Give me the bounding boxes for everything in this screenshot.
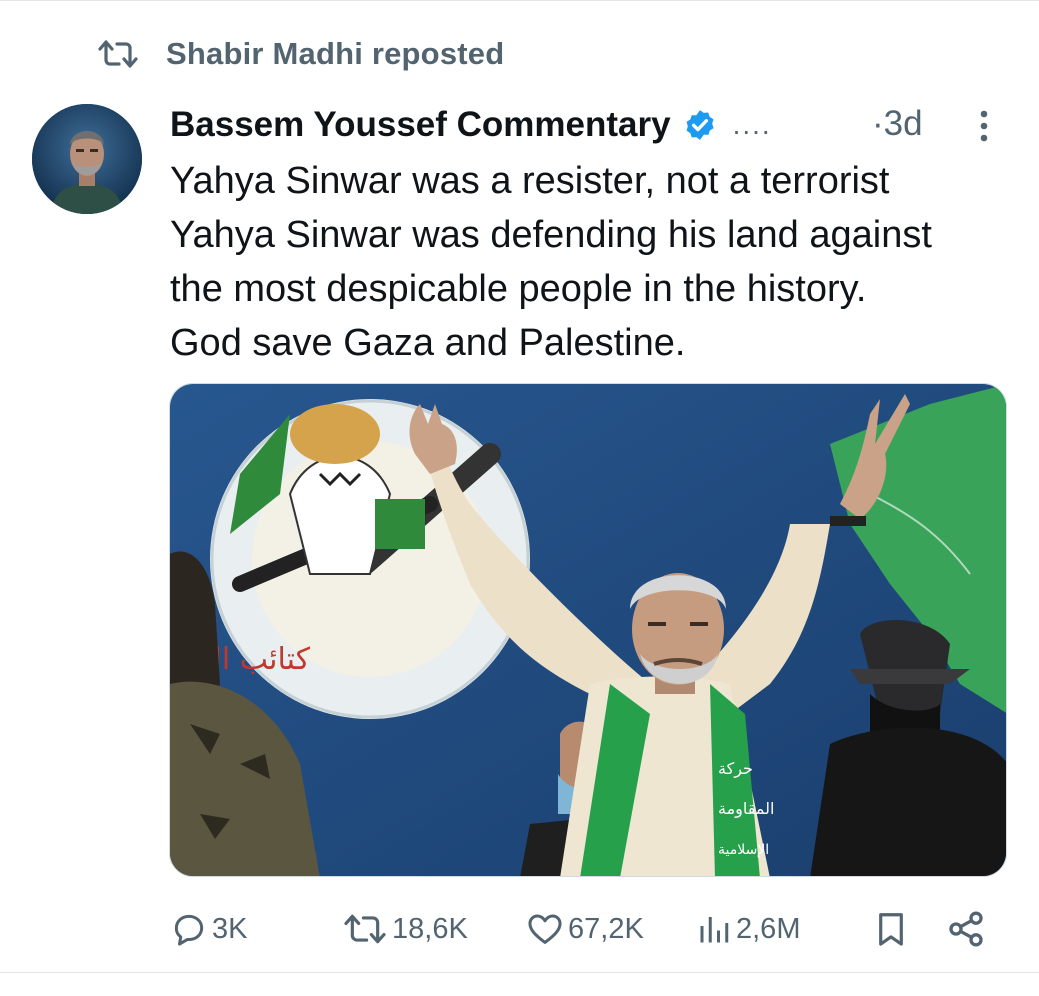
repost-label[interactable]: Shabir Madhi reposted: [166, 36, 504, 72]
repost-icon: [98, 38, 138, 70]
like-button[interactable]: 67,2K: [526, 904, 644, 954]
repost-indicator[interactable]: Shabir Madhi reposted: [98, 32, 504, 76]
repost-action-icon: [344, 914, 386, 944]
author-name[interactable]: Bassem Youssef Commentary: [170, 105, 671, 145]
share-icon: [949, 911, 983, 947]
avatar[interactable]: [32, 104, 142, 214]
timestamp[interactable]: ·3d: [872, 104, 923, 144]
share-button[interactable]: [946, 904, 986, 954]
repost-count: 18,6K: [392, 912, 468, 945]
svg-text:المقاومة: المقاومة: [718, 799, 774, 819]
repost-button[interactable]: 18,6K: [342, 904, 468, 954]
reply-count: 3K: [212, 912, 248, 945]
views-button[interactable]: 2,6M: [696, 904, 800, 954]
reply-icon: [174, 914, 204, 946]
tweet-header: Bassem Youssef Commentary .... ·3d: [170, 100, 1010, 150]
tweet-text: Yahya Sinwar was a resister, not a terro…: [170, 154, 1030, 370]
tweet-text-line: Yahya Sinwar was a resister, not a terro…: [170, 160, 890, 202]
tweet-text-line: God save Gaza and Palestine.: [170, 322, 686, 364]
top-divider: [0, 0, 1039, 6]
handle-truncated[interactable]: ....: [733, 109, 772, 141]
tweet-actions: 3K 18,6K 67,2K 2,6M: [170, 904, 1000, 954]
more-icon: [980, 110, 988, 142]
verified-badge-icon: [683, 108, 717, 142]
tweet-text-line: the most despicable people in the histor…: [170, 268, 867, 310]
svg-text:الإسلامية: الإسلامية: [718, 842, 769, 858]
bookmark-button[interactable]: [872, 904, 910, 954]
bookmark-icon: [879, 913, 903, 946]
reply-button[interactable]: 3K: [170, 904, 247, 954]
analytics-icon: [700, 917, 729, 943]
like-count: 67,2K: [568, 912, 644, 945]
bottom-divider: [0, 972, 1039, 973]
heart-icon: [528, 914, 562, 944]
more-options-button[interactable]: [970, 106, 998, 146]
tweet-photo[interactable]: كتائب الشهيد عز الدين القسام حركة المقاو…: [169, 383, 1007, 877]
svg-text:حركة: حركة: [718, 759, 753, 779]
tweet-text-line: Yahya Sinwar was defending his land agai…: [170, 214, 932, 256]
views-count: 2,6M: [736, 912, 801, 945]
